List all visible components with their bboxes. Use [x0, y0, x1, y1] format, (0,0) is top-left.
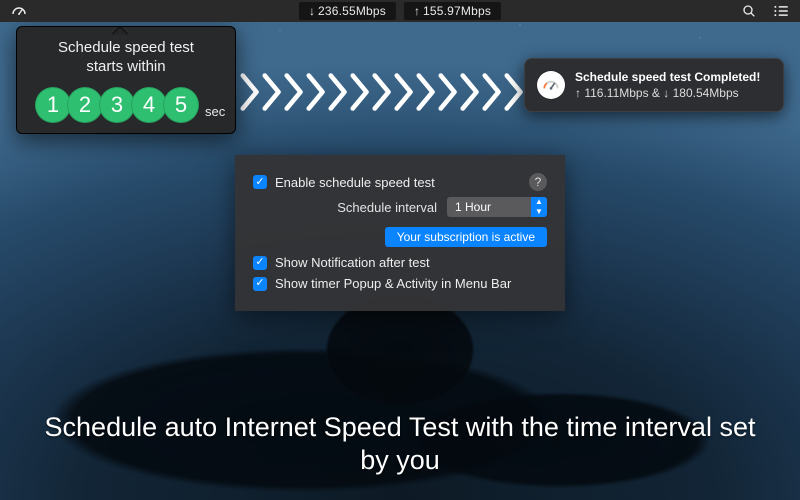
- subscription-badge: Your subscription is active: [385, 227, 547, 247]
- seconds-label: sec: [205, 104, 225, 123]
- countdown-digit: 2: [67, 87, 103, 123]
- notification-title: Schedule speed test Completed!: [575, 69, 760, 85]
- menu-bar: ↓ 236.55Mbps ↑ 155.97Mbps: [0, 0, 800, 22]
- marketing-caption: Schedule auto Internet Speed Test with t…: [0, 411, 800, 479]
- chevron-right-icon: [262, 72, 284, 112]
- upload-speed-pill: ↑ 155.97Mbps: [404, 2, 501, 20]
- chevron-right-icon: [394, 72, 416, 112]
- show-notification-checkbox[interactable]: [253, 256, 267, 270]
- gauge-icon: [537, 71, 565, 99]
- enable-schedule-checkbox[interactable]: [253, 175, 267, 189]
- enable-schedule-label: Enable schedule speed test: [275, 175, 435, 190]
- chevron-right-icon: [372, 72, 394, 112]
- countdown-digits: 1 2 3 4 5: [35, 87, 199, 123]
- select-arrows-icon: ▲ ▼: [531, 197, 547, 217]
- help-icon[interactable]: ?: [529, 173, 547, 191]
- chevron-right-icon: [306, 72, 328, 112]
- show-timer-label: Show timer Popup & Activity in Menu Bar: [275, 276, 511, 291]
- completion-notification[interactable]: Schedule speed test Completed! ↑ 116.11M…: [524, 58, 784, 112]
- countdown-digit: 5: [163, 87, 199, 123]
- upload-arrow-icon: ↑: [414, 4, 420, 18]
- chevron-right-icon: [416, 72, 438, 112]
- settings-panel: Enable schedule speed test ? Schedule in…: [235, 155, 565, 311]
- chevron-right-icon: [240, 72, 262, 112]
- show-notification-label: Show Notification after test: [275, 255, 430, 270]
- chevron-right-icon: [350, 72, 372, 112]
- interval-select[interactable]: 1 Hour ▲ ▼: [447, 197, 547, 217]
- app-gauge-icon[interactable]: [10, 2, 28, 20]
- interval-value: 1 Hour: [455, 200, 491, 214]
- upload-speed-value: 155.97Mbps: [423, 4, 491, 18]
- countdown-digit: 1: [35, 87, 71, 123]
- countdown-popover: Schedule speed test starts within 1 2 3 …: [16, 26, 236, 134]
- countdown-digit: 3: [99, 87, 135, 123]
- chevron-right-icon: [460, 72, 482, 112]
- download-arrow-icon: ↓: [309, 4, 315, 18]
- chevron-right-icon: [482, 72, 504, 112]
- chevron-right-icon: [504, 72, 526, 112]
- countdown-digit: 4: [131, 87, 167, 123]
- search-icon[interactable]: [740, 2, 758, 20]
- download-speed-pill: ↓ 236.55Mbps: [299, 2, 396, 20]
- popover-title-line1: Schedule speed test: [35, 39, 217, 58]
- notification-subtitle: ↑ 116.11Mbps & ↓ 180.54Mbps: [575, 85, 760, 101]
- chevron-right-icon: [438, 72, 460, 112]
- chevron-right-icon: [284, 72, 306, 112]
- interval-label: Schedule interval: [337, 200, 437, 215]
- popover-title-line2: starts within: [35, 58, 217, 77]
- show-timer-checkbox[interactable]: [253, 277, 267, 291]
- chevron-stream: [240, 72, 526, 112]
- download-speed-value: 236.55Mbps: [318, 4, 386, 18]
- chevron-right-icon: [328, 72, 350, 112]
- list-menu-icon[interactable]: [772, 2, 790, 20]
